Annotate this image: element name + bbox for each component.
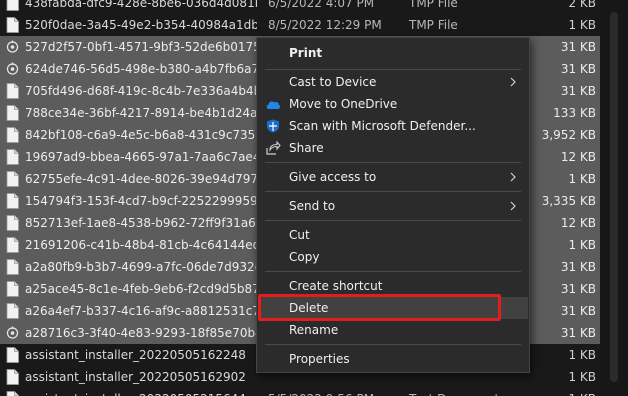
chevron-right-icon (510, 172, 516, 182)
menu-item-rename[interactable]: Rename (258, 319, 528, 341)
document-icon (6, 17, 19, 33)
document-icon (6, 171, 19, 187)
menu-item-properties[interactable]: Properties (258, 348, 528, 370)
document-icon (6, 193, 19, 209)
file-type: TMP File (409, 0, 458, 10)
file-name: 527d2f57-0bf1-4571-9bf3-52de6b0175d1... (25, 40, 257, 54)
document-icon (6, 369, 19, 385)
media-file-icon (6, 62, 19, 75)
vertical-scrollbar[interactable] (600, 0, 628, 396)
file-type: Text Document (409, 388, 529, 396)
chevron-right-icon (510, 201, 516, 211)
menu-item-label: Cast to Device (289, 75, 377, 89)
file-row[interactable]: 438fabda-dfc9-428e-8be6-036d4d081bd0... 6… (0, 0, 600, 14)
file-date: 5/5/2022 9:56 PM (268, 388, 398, 396)
file-row[interactable]: 520f0dae-3a45-49e2-b354-40984a1db023... 8… (0, 14, 600, 36)
menu-item-scan-defender[interactable]: Scan with Microsoft Defender... (258, 115, 528, 137)
file-name: 520f0dae-3a45-49e2-b354-40984a1db023... (25, 18, 257, 32)
file-name: 788ce34e-36bf-4217-8914-be4b1d24a89d... (25, 106, 257, 120)
file-name: 852713ef-1ae8-4538-b962-72ff9f31a6a4.t..… (25, 216, 257, 230)
menu-item-label: Rename (289, 323, 339, 337)
file-name: a26a4ef7-b337-4c16-af9c-a8812531c763.t..… (25, 304, 257, 318)
share-icon (266, 141, 281, 155)
document-icon (6, 281, 19, 297)
menu-separator (265, 220, 521, 221)
menu-item-label: Cut (289, 228, 310, 242)
menu-separator (265, 69, 521, 70)
menu-item-cast-to-device[interactable]: Cast to Device (258, 71, 528, 93)
document-icon (6, 215, 19, 231)
menu-item-label: Give access to (289, 170, 377, 184)
file-name: assistant_installer_20220505162902 (25, 370, 246, 384)
document-icon (6, 347, 19, 363)
context-menu: Print Cast to Device Move to OneDrive Sc… (256, 37, 530, 373)
file-name: 438fabda-dfc9-428e-8be6-036d4d081bd0... (25, 0, 257, 10)
menu-item-copy[interactable]: Copy (258, 246, 528, 268)
file-name: a28716c3-3f40-4e83-9293-18f85e70b4b0.t..… (25, 326, 257, 340)
menu-item-label: Share (289, 141, 324, 155)
document-icon (6, 149, 19, 165)
file-name: 21691206-c41b-48b4-81cb-4c64144ed5fb... (25, 238, 257, 252)
document-icon (6, 83, 19, 99)
media-file-icon (6, 326, 19, 339)
menu-item-label: Scan with Microsoft Defender... (289, 119, 476, 133)
menu-item-give-access-to[interactable]: Give access to (258, 166, 528, 188)
menu-item-label: Copy (289, 250, 320, 264)
menu-item-cut[interactable]: Cut (258, 224, 528, 246)
file-name: 62755efe-4c91-4dee-8026-39e94d797daf... (25, 172, 257, 186)
menu-item-move-to-onedrive[interactable]: Move to OneDrive (258, 93, 528, 115)
scrollbar-thumb[interactable] (610, 12, 618, 382)
file-size: 1 KB (516, 388, 596, 396)
document-icon (6, 105, 19, 121)
file-name: a2a80fb9-b3b7-4699-a7fc-06de7d932e31... (25, 260, 257, 274)
menu-separator (265, 162, 521, 163)
menu-separator (265, 191, 521, 192)
menu-item-label: Move to OneDrive (289, 97, 398, 111)
menu-item-label: Send to (289, 199, 336, 213)
document-icon (6, 0, 19, 11)
menu-item-send-to[interactable]: Send to (258, 195, 528, 217)
document-icon (6, 127, 19, 143)
document-icon (6, 391, 19, 396)
menu-item-print[interactable]: Print (258, 42, 528, 64)
file-type: TMP File (409, 18, 458, 32)
menu-item-label: Properties (289, 352, 350, 366)
file-date: 6/5/2022 4:07 PM (268, 0, 375, 10)
onedrive-cloud-icon (266, 101, 281, 109)
media-file-icon (6, 40, 19, 53)
file-name: assistant_installer_20220505162248 (25, 348, 246, 362)
file-name: 19697ad9-bbea-4665-97a1-7aa6c7ae45f7... (25, 150, 257, 164)
file-size: 2 KB (568, 0, 596, 10)
file-name: assistant_installer_20220505215644 (25, 388, 257, 396)
file-name: 842bf108-c6a9-4e5c-b6a8-431c9c7358b5... (25, 128, 257, 142)
document-icon (6, 237, 19, 253)
file-name: 624de746-56d5-498e-b380-a4b7fb6a7b38... (25, 62, 257, 76)
document-icon (6, 303, 19, 319)
chevron-right-icon (510, 77, 516, 87)
menu-separator (265, 271, 521, 272)
file-row[interactable]: assistant_installer_20220505215644 5/5/20… (0, 388, 600, 396)
file-date: 8/5/2022 12:29 PM (268, 18, 382, 32)
defender-shield-icon (267, 119, 279, 133)
file-name: 705fd496-d68f-419c-8c4b-7e336a4b4bc0... (25, 84, 257, 98)
document-icon (6, 259, 19, 275)
menu-item-share[interactable]: Share (258, 137, 528, 159)
file-name: a25ace45-8c1e-4feb-9eb6-f2cd9d5b872c... (25, 282, 257, 296)
menu-separator (265, 344, 521, 345)
file-name: 154794f3-153f-4cd7-b9cf-2252299959b2.t..… (25, 194, 257, 208)
menu-item-label: Print (289, 46, 323, 60)
delete-annotation-box (258, 294, 501, 321)
file-size: 1 KB (568, 18, 596, 32)
